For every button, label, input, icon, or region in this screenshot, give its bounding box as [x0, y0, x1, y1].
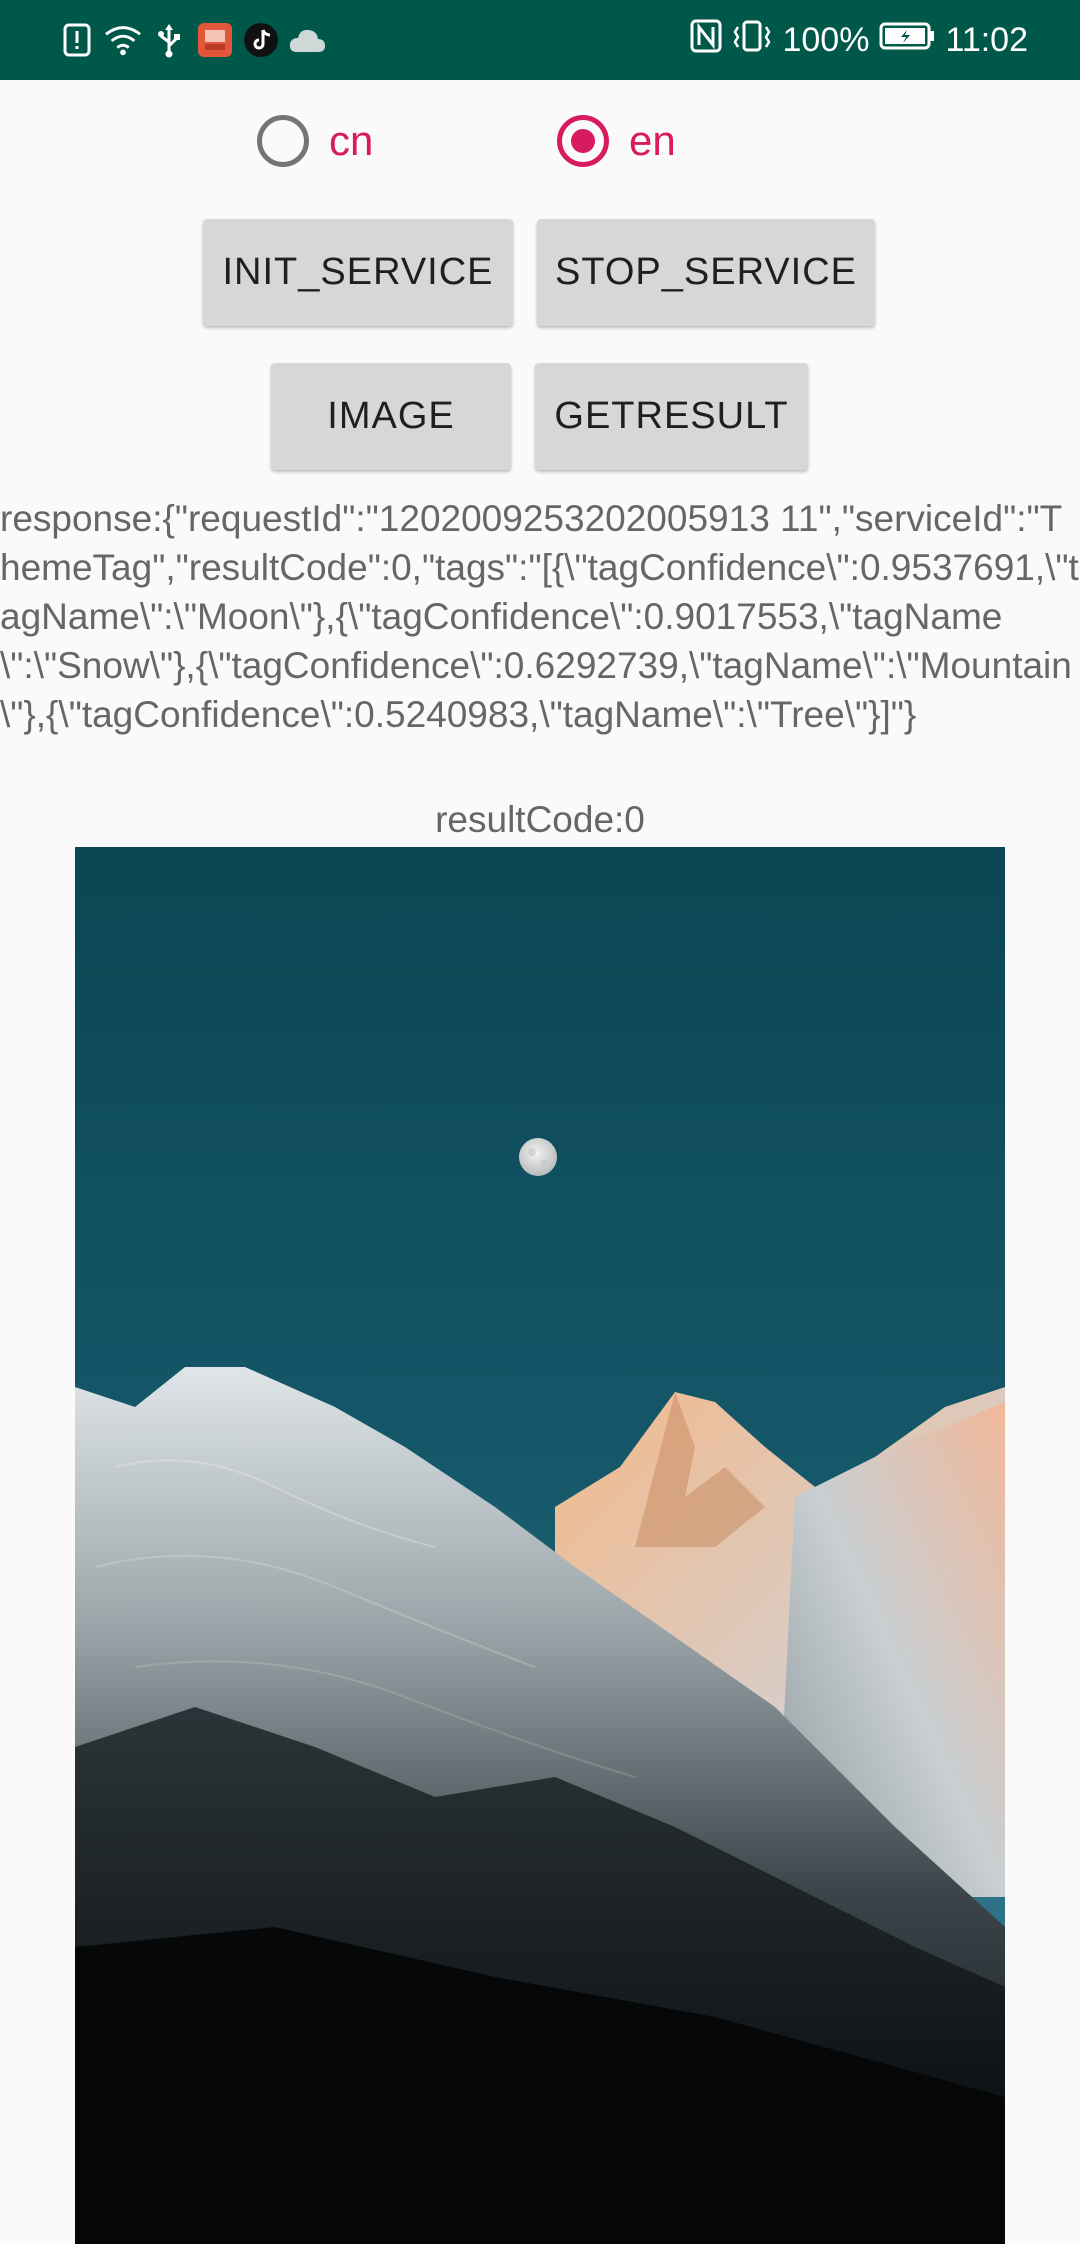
status-right-icons: 100% 11:02 — [690, 18, 1028, 62]
mountain-moon-image — [75, 847, 1005, 2244]
app-notification-icon — [196, 21, 234, 59]
battery-icon — [879, 21, 935, 60]
status-left-icons — [58, 20, 326, 60]
status-bar: 100% 11:02 — [0, 0, 1080, 80]
vibrate-icon — [732, 19, 772, 62]
radio-cn-label[interactable]: cn — [329, 117, 373, 165]
usb-icon — [150, 21, 188, 59]
alert-icon — [58, 21, 96, 59]
radio-en-circle[interactable] — [557, 115, 609, 167]
image-button[interactable]: IMAGE — [271, 363, 511, 470]
radio-en[interactable]: en — [557, 110, 676, 172]
stop-service-button[interactable]: STOP_SERVICE — [537, 219, 875, 326]
wifi-icon — [104, 21, 142, 59]
cloud-icon — [288, 21, 326, 59]
clock: 11:02 — [945, 20, 1028, 59]
radio-cn-circle[interactable] — [257, 115, 309, 167]
tiktok-icon — [242, 21, 280, 59]
radio-en-label[interactable]: en — [629, 117, 676, 165]
init-service-button[interactable]: INIT_SERVICE — [203, 219, 513, 326]
nfc-icon — [690, 19, 722, 62]
result-code-text: resultCode:0 — [435, 799, 645, 840]
get-result-button[interactable]: GETRESULT — [535, 363, 808, 470]
battery-percent: 100% — [782, 20, 870, 59]
language-radio-group: cn en — [0, 110, 1080, 172]
radio-cn[interactable]: cn — [257, 110, 373, 172]
response-text: response:{"requestId":"12020092532020059… — [0, 498, 1079, 735]
